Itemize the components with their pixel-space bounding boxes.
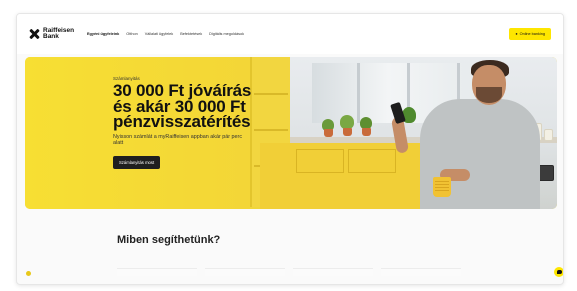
help-card[interactable] <box>205 268 285 276</box>
chat-icon[interactable] <box>554 267 563 277</box>
accessibility-dot-icon[interactable] <box>26 271 31 276</box>
hero-headline-line: pénzvisszatérítés <box>113 112 251 131</box>
open-account-button[interactable]: Számlanyitás most <box>113 156 161 170</box>
main-menu: Egyéni ügyfeleink Otthon Vállalati ügyfe… <box>87 32 244 36</box>
online-banking-label: Online banking <box>519 32 545 36</box>
mug-image <box>433 177 451 197</box>
hero-content: Számlanyitás 30 000 Ft jóváírás és akár … <box>113 76 293 170</box>
logo-text: Raiffeisen Bank <box>43 26 75 40</box>
help-card[interactable] <box>381 268 461 276</box>
help-cards <box>117 268 461 276</box>
top-navigation: Raiffeisen Bank Egyéni ügyfeleink Otthon… <box>17 14 563 54</box>
help-card[interactable] <box>293 268 373 276</box>
menu-item-investments[interactable]: Befektetések <box>180 32 202 36</box>
menu-item-home[interactable]: Otthon <box>126 32 137 36</box>
menu-item-business[interactable]: Vállalati ügyfelek <box>145 32 174 36</box>
online-banking-button[interactable]: ● Online banking <box>509 28 551 40</box>
raiffeisen-logo[interactable]: Raiffeisen Bank <box>29 26 77 41</box>
browser-viewport: Raiffeisen Bank Egyéni ügyfeleink Otthon… <box>16 13 564 285</box>
hero-banner: Számlanyitás 30 000 Ft jóváírás és akár … <box>25 57 557 209</box>
user-icon: ● <box>515 32 518 36</box>
menu-item-digital[interactable]: Digitális megoldások <box>209 32 244 36</box>
menu-item-private[interactable]: Egyéni ügyfeleink <box>87 32 119 36</box>
raiffeisen-cross-icon <box>29 29 39 39</box>
help-card[interactable] <box>117 268 197 276</box>
hero-headline: 30 000 Ft jóváírás és akár 30 000 Ft pén… <box>113 82 293 131</box>
hero-subtext: Nyisson számlát a myRaiffeisen appban ak… <box>113 133 243 147</box>
help-section-title: Miben segíthetünk? <box>117 234 221 246</box>
hero-photo <box>260 57 557 209</box>
